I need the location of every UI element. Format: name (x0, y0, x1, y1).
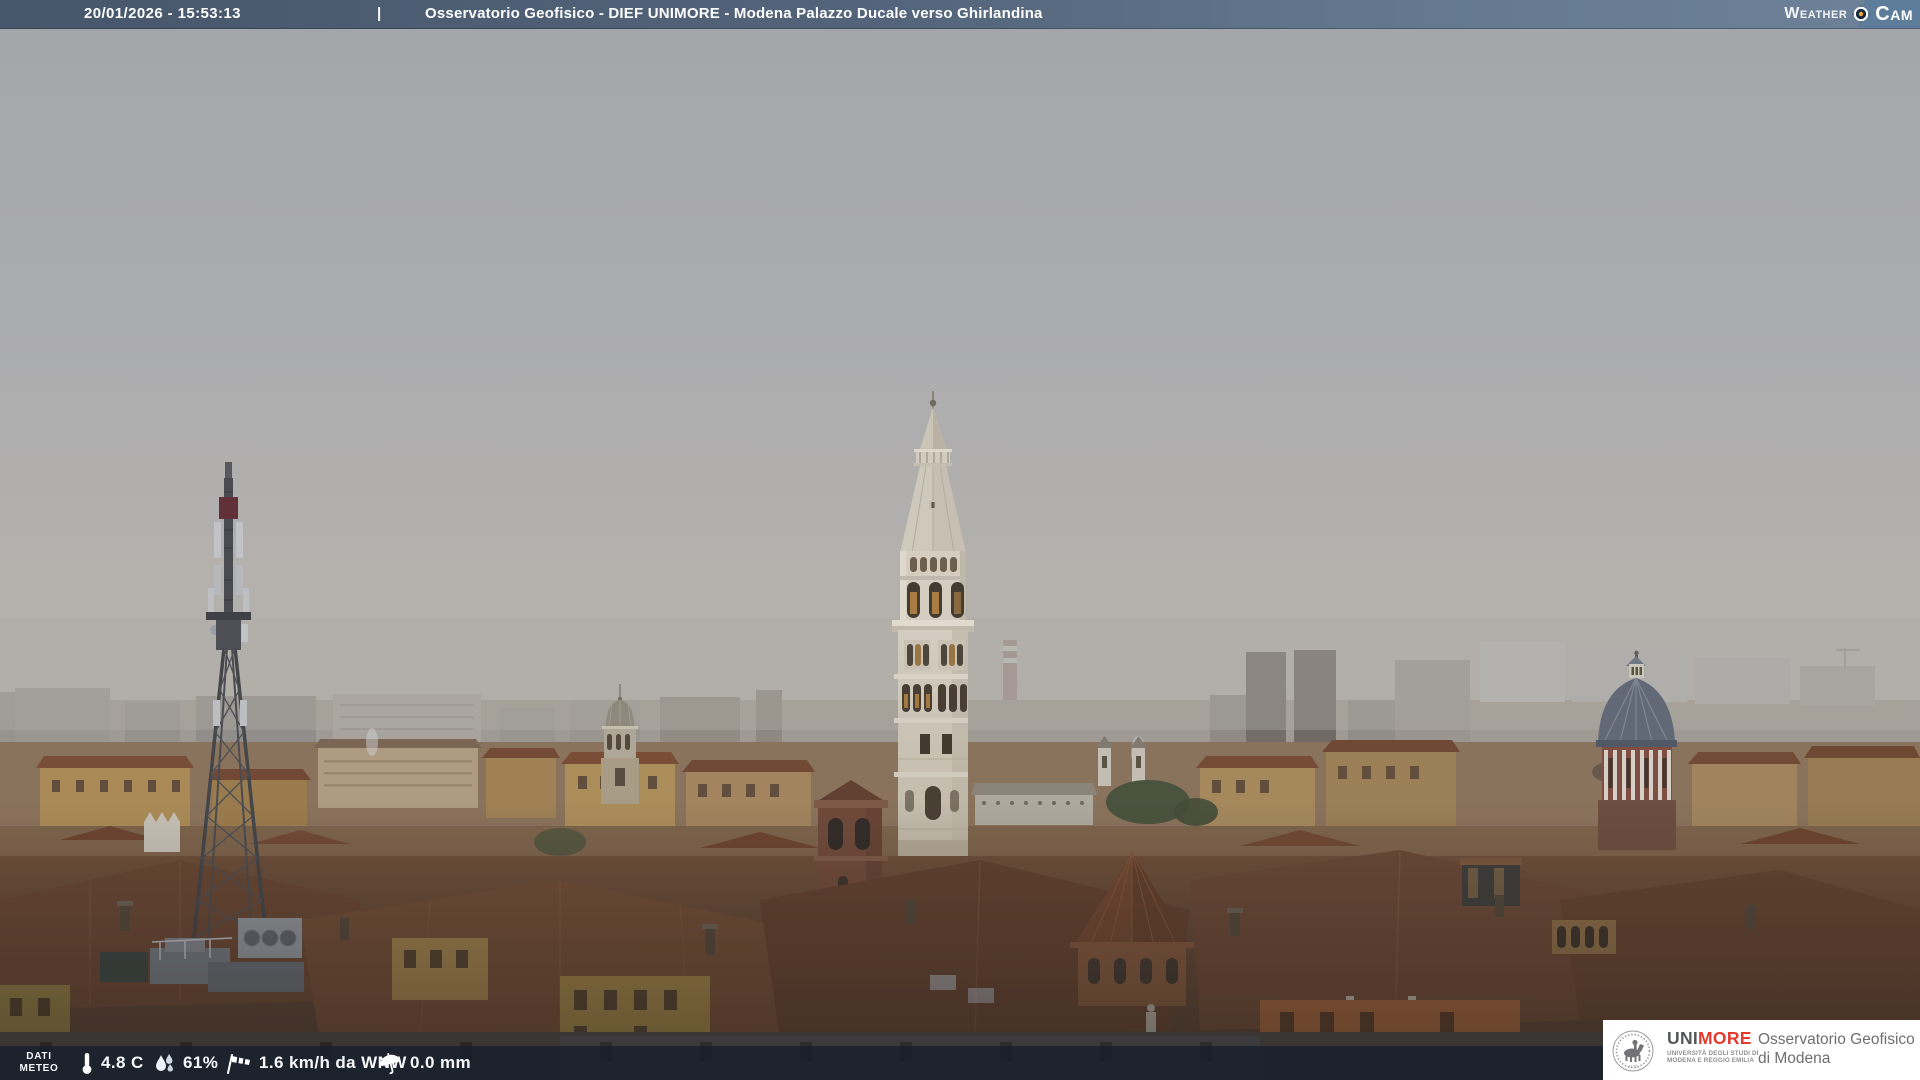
header-timestamp: 20/01/2026 - 15:53:13 (84, 0, 241, 28)
header-bar: 20/01/2026 - 15:53:13 | Osservatorio Geo… (0, 0, 1920, 29)
photo-tone (0, 28, 1920, 1080)
seal-year: 1175 (1629, 1064, 1638, 1069)
unimore-seal: 1175 (1611, 1029, 1655, 1073)
unimore-credit-box: 1175 UNIMORE UNIVERSITÀ DEGLI STUDI DI M… (1603, 1020, 1920, 1080)
precipitation-value: 0.0 mm (410, 1053, 471, 1073)
droplets-icon (152, 1052, 176, 1074)
header-separator: | (377, 0, 381, 28)
weathercam-cam-label: Cam (1875, 3, 1913, 26)
temperature-reading: 4.8 C (80, 1046, 144, 1080)
university-caption: UNIVERSITÀ DEGLI STUDI DI MODENA E REGGI… (1667, 1050, 1759, 1064)
webcam-frame: 20/01/2026 - 15:53:13 | Osservatorio Geo… (0, 0, 1920, 1080)
humidity-reading: 61% (152, 1046, 218, 1080)
webcam-photo (0, 0, 1920, 1080)
umbrella-icon (378, 1052, 403, 1075)
weathercam-logo: Weather Cam (1784, 0, 1920, 28)
humidity-value: 61% (183, 1053, 218, 1073)
unimore-wordmark: UNIMORE (1667, 1029, 1759, 1048)
unimore-brand: UNIMORE UNIVERSITÀ DEGLI STUDI DI MODENA… (1667, 1029, 1759, 1064)
weathercam-weather-label: Weather (1784, 5, 1847, 23)
header-title: Osservatorio Geofisico - DIEF UNIMORE - … (425, 0, 1043, 28)
weather-data-label: DATI METEO (12, 1051, 66, 1075)
university-caption-line2: MODENA E REGGIO EMILIA (1667, 1057, 1759, 1064)
observatory-name: Osservatorio Geofisico di Modena (1758, 1030, 1915, 1068)
weather-label-line2: METEO (12, 1063, 66, 1075)
weather-label-line1: DATI (12, 1051, 66, 1063)
wordmark-uni: UNI (1667, 1028, 1698, 1048)
observatory-name-line1: Osservatorio Geofisico (1758, 1030, 1915, 1049)
camera-lens-icon (1851, 4, 1871, 24)
temperature-value: 4.8 C (101, 1053, 144, 1073)
observatory-name-line2: di Modena (1758, 1049, 1915, 1068)
thermometer-icon (80, 1051, 94, 1075)
windsock-icon (224, 1051, 252, 1075)
precipitation-reading: 0.0 mm (378, 1046, 471, 1080)
university-caption-line1: UNIVERSITÀ DEGLI STUDI DI (1667, 1050, 1759, 1057)
wordmark-more: MORE (1698, 1028, 1752, 1048)
